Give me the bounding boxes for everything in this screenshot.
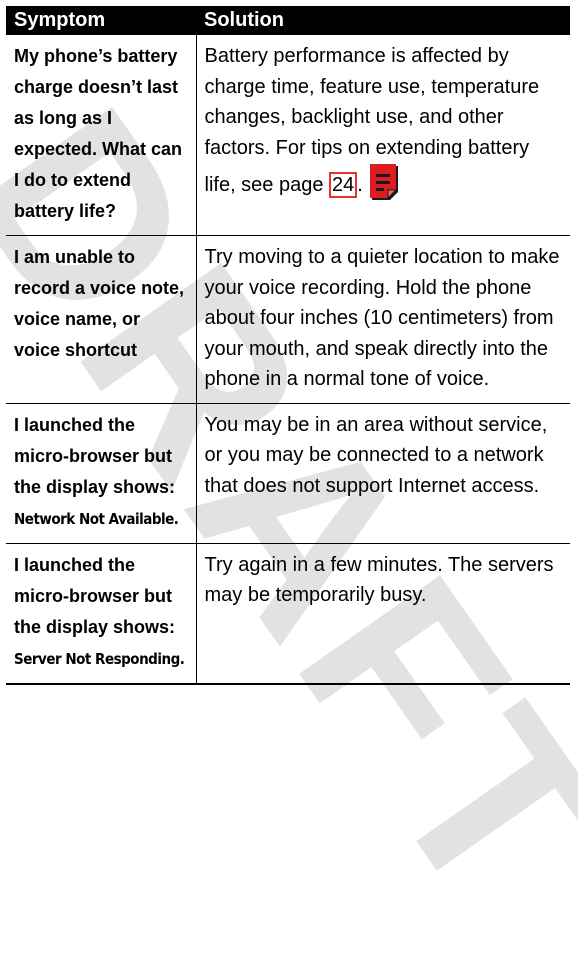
- table-row: I launched the micro-browser but the dis…: [6, 402, 570, 544]
- display-message: Network Not Available.: [14, 509, 179, 528]
- troubleshooting-table: Symptom Solution My phone’s battery char…: [6, 6, 570, 685]
- solution-cell: Try moving to a quieter location to make…: [195, 235, 570, 404]
- header-row: Symptom Solution: [6, 6, 570, 35]
- symptom-cell: I launched the micro-browser but the dis…: [6, 402, 197, 544]
- symptom-cell: My phone’s battery charge doesn’t last a…: [6, 34, 197, 236]
- note-icon: [369, 163, 401, 213]
- page-link[interactable]: 24: [329, 172, 358, 198]
- solution-header: Solution: [196, 6, 570, 35]
- period-text: .: [357, 174, 363, 196]
- display-message: Server Not Responding.: [14, 649, 185, 668]
- solution-cell: Try again in a few minutes. The servers …: [195, 542, 570, 685]
- solution-cell: Battery performance is affected by charg…: [195, 34, 570, 236]
- table-row: I launched the micro-browser but the dis…: [6, 542, 570, 685]
- symptom-cell: I am unable to record a voice note, voic…: [6, 235, 197, 404]
- symptom-text: I launched the micro-browser but the dis…: [14, 554, 176, 637]
- symptom-text: I launched the micro-browser but the dis…: [14, 414, 176, 497]
- solution-cell: You may be in an area without service, o…: [195, 402, 570, 544]
- symptom-header: Symptom: [6, 6, 196, 35]
- table-row: My phone’s battery charge doesn’t last a…: [6, 34, 570, 236]
- symptom-cell: I launched the micro-browser but the dis…: [6, 542, 197, 685]
- table-row: I am unable to record a voice note, voic…: [6, 235, 570, 404]
